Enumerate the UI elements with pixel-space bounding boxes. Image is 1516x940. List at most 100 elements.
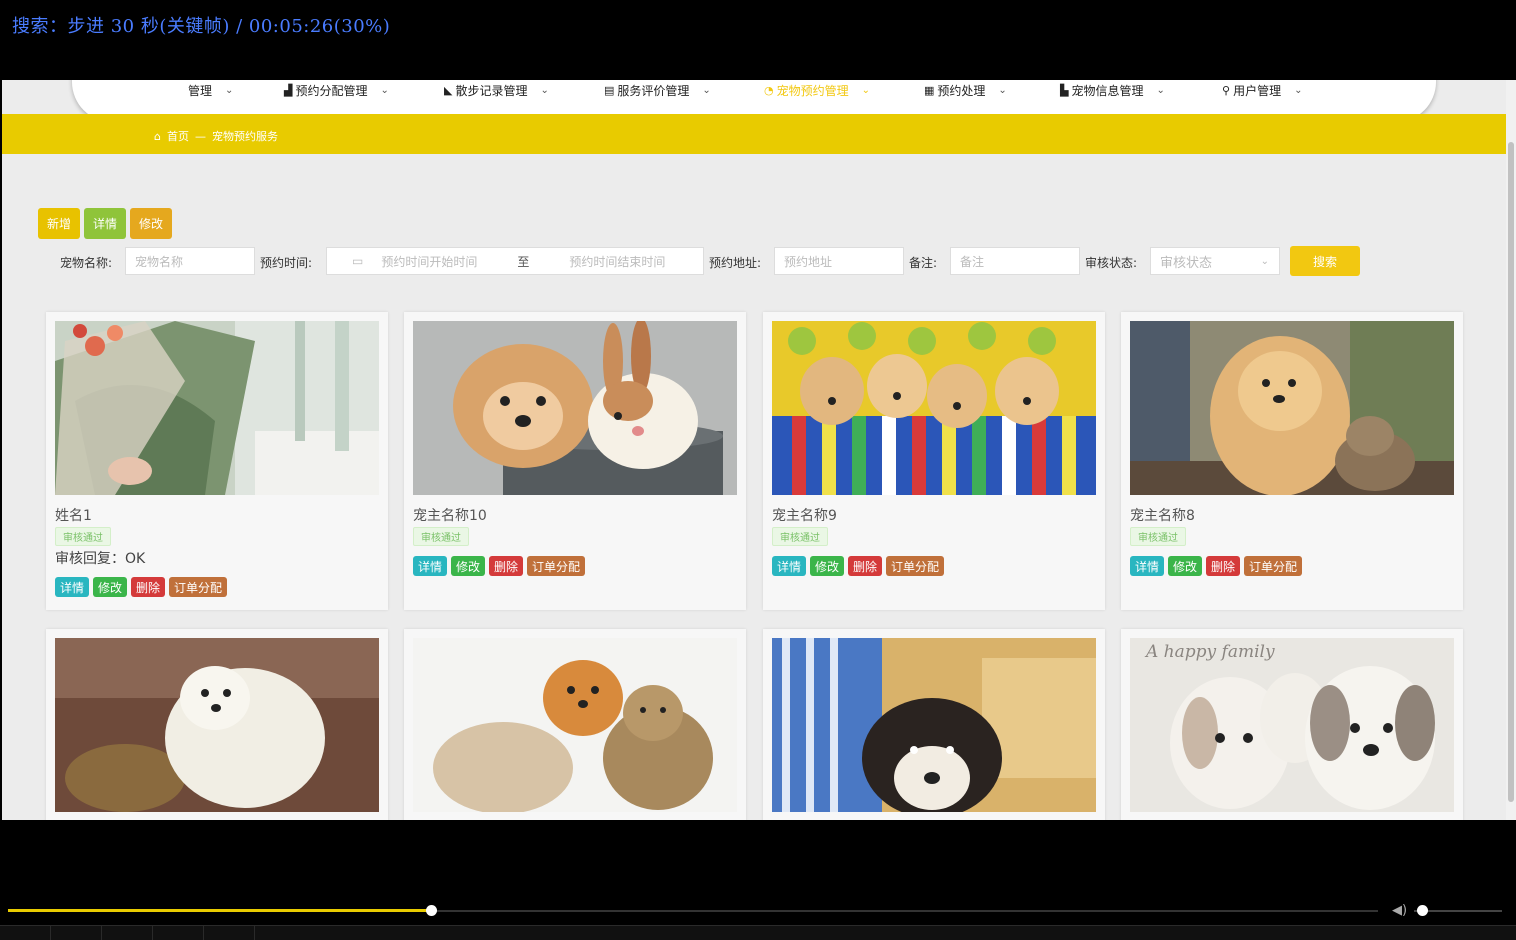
- nav-item-manage[interactable]: 管理 ⌄: [188, 82, 233, 99]
- address-input[interactable]: 预约地址: [774, 247, 904, 275]
- nav-item-label: 用户管理: [1233, 84, 1282, 98]
- nav-item-label: 服务评价管理: [617, 84, 690, 98]
- nav-item-pet-info[interactable]: ▙ 宠物信息管理 ⌄: [1060, 82, 1165, 99]
- home-icon: ⌂: [154, 129, 161, 143]
- nav-item-appointment-process[interactable]: ▦ 预约处理 ⌄: [924, 82, 1007, 99]
- add-button[interactable]: 新增: [38, 208, 80, 239]
- status-badge: 审核通过: [772, 527, 828, 546]
- chevron-down-icon: ⌄: [1156, 85, 1165, 96]
- time-range-separator: 至: [517, 254, 530, 269]
- image-caption: A happy family: [1146, 642, 1275, 662]
- card-image-puppy-rabbit[interactable]: [413, 321, 737, 495]
- card-assign-order-button[interactable]: 订单分配: [169, 577, 228, 597]
- card-image-shih-tzu-family[interactable]: A happy family: [1130, 638, 1454, 812]
- top-nav: 管理 ⌄ ▟ 预约分配管理 ⌄ ◣ 散步记录管理 ⌄ ▤ 服务评价管理 ⌄ ◔ …: [2, 80, 1506, 122]
- card-owner-name: 宠主名称8: [1130, 508, 1195, 524]
- grid-icon: ▦: [924, 84, 935, 97]
- nav-item-user-manage[interactable]: ⚲ 用户管理 ⌄: [1222, 82, 1302, 99]
- appointment-time-range[interactable]: ▭ 预约时间开始时间 至 预约时间结束时间: [326, 247, 704, 275]
- card-detail-button[interactable]: 详情: [772, 556, 807, 576]
- breadcrumb-bar: ⌂ 首页 — 宠物预约服务: [2, 114, 1506, 154]
- time-end-input[interactable]: 预约时间结束时间: [569, 253, 665, 270]
- browser-viewport: 管理 ⌄ ▟ 预约分配管理 ⌄ ◣ 散步记录管理 ⌄ ▤ 服务评价管理 ⌄ ◔ …: [2, 80, 1516, 820]
- appointment-card: 宠主名称9 审核通过 详情 修改 删除 订单分配: [763, 312, 1105, 610]
- card-assign-order-button[interactable]: 订单分配: [1244, 556, 1303, 576]
- card-image-golden-puppies[interactable]: [772, 321, 1096, 495]
- video-progress-knob[interactable]: [426, 905, 437, 916]
- card-image-shiba[interactable]: [772, 638, 1096, 812]
- card-detail-button[interactable]: 详情: [1130, 556, 1165, 576]
- status-badge: 审核通过: [55, 527, 111, 546]
- chevron-down-icon: ⌄: [702, 85, 711, 96]
- card-image-dog-cat[interactable]: [1130, 321, 1454, 495]
- pet-name-label: 宠物名称:: [60, 256, 113, 270]
- note-label: 备注:: [909, 256, 938, 270]
- nav-item-label: 宠物信息管理: [1071, 84, 1144, 98]
- appointment-card: [46, 629, 388, 820]
- card-delete-button[interactable]: 删除: [848, 556, 883, 576]
- nav-item-appointment-assign[interactable]: ▟ 预约分配管理 ⌄: [284, 82, 389, 99]
- calendar-icon: ▭: [352, 254, 364, 268]
- nav-item-walk-records[interactable]: ◣ 散步记录管理 ⌄: [444, 82, 549, 99]
- appointment-card: A happy family: [1121, 629, 1463, 820]
- player-control-strip: [0, 925, 1516, 940]
- video-progress-fill: [8, 909, 432, 912]
- bar-chart-icon: ▙: [1060, 84, 1069, 97]
- card-edit-button[interactable]: 修改: [1168, 556, 1203, 576]
- appointment-time-label: 预约时间:: [260, 256, 313, 270]
- card-image-flowers[interactable]: [55, 321, 379, 495]
- card-owner-name: 宠主名称9: [772, 508, 837, 524]
- card-delete-button[interactable]: 删除: [489, 556, 524, 576]
- control-slot[interactable]: [204, 926, 255, 940]
- card-edit-button[interactable]: 修改: [451, 556, 486, 576]
- nav-item-pet-appointment[interactable]: ◔ 宠物预约管理 ⌄: [764, 82, 870, 99]
- card-actions: 详情 修改 删除 订单分配: [1130, 556, 1303, 576]
- control-slot[interactable]: [0, 926, 51, 940]
- pet-name-input[interactable]: 宠物名称: [125, 247, 255, 275]
- card-detail-button[interactable]: 详情: [413, 556, 448, 576]
- volume-icon[interactable]: ◀): [1392, 903, 1407, 918]
- control-slot[interactable]: [51, 926, 102, 940]
- card-delete-button[interactable]: 删除: [131, 577, 166, 597]
- chevron-down-icon: ⌄: [380, 85, 389, 96]
- edit-button[interactable]: 修改: [130, 208, 172, 239]
- status-badge: 审核通过: [413, 527, 469, 546]
- list-icon: ▤: [604, 84, 615, 97]
- volume-knob[interactable]: [1417, 905, 1428, 916]
- card-actions: 详情 修改 删除 订单分配: [55, 577, 228, 597]
- appointment-card: [763, 629, 1105, 820]
- nav-item-label: 管理: [188, 84, 213, 98]
- detail-button[interactable]: 详情: [84, 208, 126, 239]
- card-assign-order-button[interactable]: 订单分配: [886, 556, 945, 576]
- appointment-card: 宠主名称8 审核通过 详情 修改 删除 订单分配: [1121, 312, 1463, 610]
- breadcrumb-home[interactable]: 首页: [167, 128, 189, 144]
- status-label: 审核状态:: [1085, 256, 1138, 270]
- chevron-down-icon: ⌄: [1294, 85, 1303, 96]
- status-select[interactable]: 审核状态 ⌄: [1150, 247, 1280, 275]
- scrollbar-thumb[interactable]: [1508, 142, 1514, 802]
- status-select-value: 审核状态: [1160, 255, 1213, 271]
- review-reply: 审核回复：OK: [55, 551, 146, 567]
- nav-item-label: 预约处理: [937, 84, 986, 98]
- note-input[interactable]: 备注: [950, 247, 1080, 275]
- card-edit-button[interactable]: 修改: [810, 556, 845, 576]
- control-slot[interactable]: [153, 926, 204, 940]
- page-scrollbar[interactable]: [1506, 80, 1516, 820]
- control-slot[interactable]: [102, 926, 153, 940]
- time-start-input[interactable]: 预约时间开始时间: [381, 253, 477, 270]
- nav-item-service-review[interactable]: ▤ 服务评价管理 ⌄: [604, 82, 711, 99]
- player-osd-text: 搜索：步进 30 秒(关键帧) / 00:05:26(30%): [12, 16, 391, 37]
- card-detail-button[interactable]: 详情: [55, 577, 90, 597]
- breadcrumb-separator: —: [194, 129, 206, 143]
- card-edit-button[interactable]: 修改: [93, 577, 128, 597]
- card-assign-order-button[interactable]: 订单分配: [527, 556, 586, 576]
- card-owner-name: 宠主名称10: [413, 508, 487, 524]
- card-delete-button[interactable]: 删除: [1206, 556, 1241, 576]
- chevron-down-icon: ⌄: [861, 85, 871, 96]
- card-image-white-puppy[interactable]: [55, 638, 379, 812]
- appointment-card: 宠主名称10 审核通过 详情 修改 删除 订单分配: [404, 312, 746, 610]
- search-button[interactable]: 搜索: [1290, 246, 1360, 276]
- breadcrumb: ⌂ 首页 — 宠物预约服务: [154, 128, 278, 144]
- card-image-pomeranian-cat[interactable]: [413, 638, 737, 812]
- card-actions: 详情 修改 删除 订单分配: [413, 556, 586, 576]
